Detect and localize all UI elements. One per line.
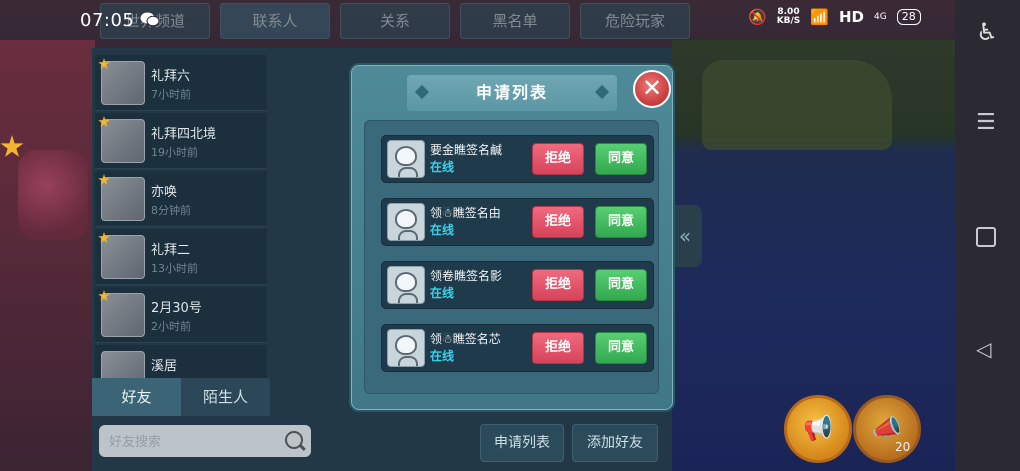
game-decoration: [18, 150, 88, 240]
close-button[interactable]: ✕: [633, 70, 671, 108]
friend-last-seen: 2小时前: [151, 320, 191, 333]
wifi-icon: 📶: [810, 8, 829, 26]
signal-label: 4G: [874, 12, 887, 22]
list-item[interactable]: 亦唤 8分钟前: [95, 171, 267, 227]
avatar: [101, 119, 145, 163]
game-island: [702, 60, 892, 150]
avatar: [101, 351, 145, 378]
friend-name: 礼拜四北境: [151, 127, 217, 142]
mute-icon: 🔕: [748, 8, 767, 26]
list-item[interactable]: 2月30号 2小时前: [95, 287, 267, 343]
online-status: 在线: [430, 286, 455, 300]
list-item[interactable]: 溪居: [95, 345, 267, 378]
reject-button[interactable]: 拒绝: [532, 332, 584, 364]
list-item[interactable]: 礼拜二 13小时前: [95, 229, 267, 285]
speaker-icon: 📣: [872, 414, 902, 442]
wechat-icon: [140, 12, 160, 27]
friend-name: 亦唤: [151, 185, 178, 200]
requester-name: 领☃瞧签名芯: [430, 332, 501, 346]
avatar: [101, 61, 145, 105]
friend-name: 2月30号: [151, 301, 202, 316]
game-background-left: [0, 40, 95, 471]
status-time: 07:05: [80, 10, 135, 31]
friend-last-seen: 13小时前: [151, 262, 198, 275]
nav-back-button[interactable]: ◁: [976, 338, 991, 360]
reject-button[interactable]: 拒绝: [532, 143, 584, 175]
avatar: [387, 203, 425, 241]
online-status: 在线: [430, 160, 455, 174]
avatar: [101, 235, 145, 279]
status-icons: 🔕 8.00 KB/S 📶 HD 4G 28: [748, 8, 921, 26]
request-list: 要金瞧签名鹹 在线 拒绝 同意 领☃瞧签名由 在线 拒绝 同意 领卷瞧签名影 在…: [364, 120, 659, 394]
net-speed: 8.00 KB/S: [776, 7, 801, 26]
friend-last-seen: 7小时前: [151, 88, 191, 101]
accept-button[interactable]: 同意: [595, 332, 647, 364]
modal-title: 申请列表: [475, 83, 548, 102]
nav-menu-button[interactable]: ☰: [976, 112, 996, 134]
accessibility-icon[interactable]: ♿: [974, 18, 1000, 48]
nav-home-button[interactable]: [976, 227, 996, 247]
status-bar: 07:05 🔕 8.00 KB/S 📶 HD 4G 28: [0, 0, 955, 40]
requester-name: 领☃瞧签名由: [430, 206, 501, 220]
hd-label: HD: [838, 8, 864, 26]
reject-button[interactable]: 拒绝: [532, 206, 584, 238]
battery-indicator: 28: [896, 9, 921, 25]
request-list-button[interactable]: 申请列表: [480, 424, 564, 462]
modal-title-bar: 申请列表: [407, 75, 617, 111]
tab-friends[interactable]: 好友: [92, 378, 181, 416]
accept-button[interactable]: 同意: [595, 269, 647, 301]
avatar: [387, 266, 425, 304]
reject-button[interactable]: 拒绝: [532, 269, 584, 301]
online-status: 在线: [430, 349, 455, 363]
friend-name: 礼拜二: [151, 243, 191, 258]
request-row: 要金瞧签名鹹 在线 拒绝 同意: [381, 135, 654, 183]
accept-button[interactable]: 同意: [595, 206, 647, 238]
friend-search-box: [99, 425, 311, 459]
request-list-modal: 申请列表 ✕ 要金瞧签名鹹 在线 拒绝 同意 领☃瞧签名由 在线 拒绝 同意 领…: [349, 63, 675, 412]
horn-icon: 📢: [803, 414, 833, 442]
list-item[interactable]: 礼拜六 7小时前: [95, 55, 267, 111]
accept-button[interactable]: 同意: [595, 143, 647, 175]
search-icon[interactable]: [285, 431, 303, 449]
friend-list: 礼拜六 7小时前 礼拜四北境 19小时前 亦唤 8分钟前 礼拜二 13小时前 2…: [95, 55, 270, 378]
request-row: 领☃瞧签名芯 在线 拒绝 同意: [381, 324, 654, 372]
friend-last-seen: 19小时前: [151, 146, 198, 159]
list-item[interactable]: 礼拜四北境 19小时前: [95, 113, 267, 169]
requester-name: 要金瞧签名鹹: [430, 143, 503, 157]
search-input[interactable]: [107, 425, 281, 459]
speaker-button[interactable]: 📣: [853, 395, 921, 463]
avatar: [101, 177, 145, 221]
requester-name: 领卷瞧签名影: [430, 269, 503, 283]
speaker-count: 20: [895, 440, 911, 454]
horn-button[interactable]: 📢: [784, 395, 852, 463]
request-row: 领☃瞧签名由 在线 拒绝 同意: [381, 198, 654, 246]
friend-last-seen: 8分钟前: [151, 204, 191, 217]
friend-type-tabs: 好友 陌生人: [92, 378, 270, 416]
friend-name: 溪居: [151, 359, 178, 374]
avatar: [387, 140, 425, 178]
request-row: 领卷瞧签名影 在线 拒绝 同意: [381, 261, 654, 309]
star-icon: [0, 135, 24, 157]
online-status: 在线: [430, 223, 455, 237]
friend-name: 礼拜六: [151, 69, 191, 84]
avatar: [101, 293, 145, 337]
tab-strangers[interactable]: 陌生人: [181, 378, 270, 416]
avatar: [387, 329, 425, 367]
add-friend-button[interactable]: 添加好友: [572, 424, 658, 462]
